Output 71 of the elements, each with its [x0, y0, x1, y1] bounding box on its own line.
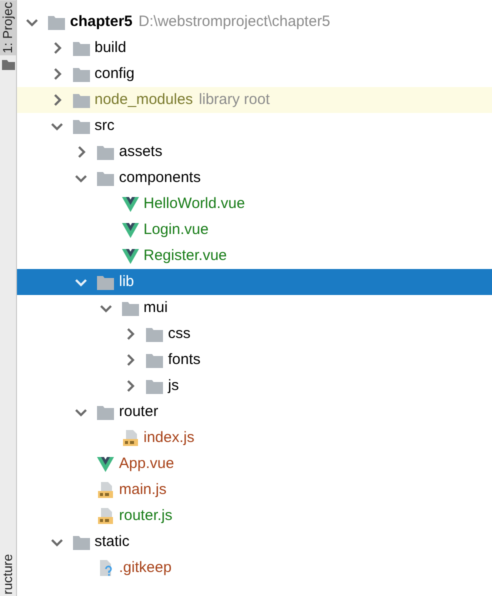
tree-item-label[interactable]: .gitkeep	[119, 558, 172, 578]
tree-item-label[interactable]: css	[168, 324, 190, 344]
tree-item-label[interactable]: config	[94, 64, 135, 84]
v-logo-icon	[122, 196, 138, 212]
folder-icon	[146, 352, 163, 368]
tree-row[interactable]: App.vue	[17, 451, 492, 477]
tree-item-label[interactable]: src	[94, 116, 114, 136]
js-file-icon	[97, 482, 114, 498]
tree-item-label[interactable]: static	[94, 532, 130, 552]
tree-item-hint: library root	[198, 90, 270, 110]
tree-row[interactable]: js	[17, 373, 492, 399]
tree-item-hint: D:\webstromproject\chapter5	[138, 12, 330, 32]
tree-row[interactable]: config	[17, 61, 492, 87]
folder-icon	[146, 378, 163, 394]
js-file-icon	[122, 430, 138, 446]
tree-row[interactable]: components	[17, 165, 492, 191]
folder-icon	[2, 59, 14, 70]
tree-row[interactable]: src	[17, 113, 492, 139]
unknown-file-icon	[97, 560, 114, 576]
tree-item-label[interactable]: lib	[119, 272, 134, 292]
tree-item-label[interactable]: fonts	[168, 350, 201, 370]
tree-row[interactable]: node_modules library root	[17, 87, 492, 113]
tree-row[interactable]: mui	[17, 295, 492, 321]
tree-row[interactable]: lib	[17, 269, 492, 295]
folder-icon	[97, 274, 114, 290]
tree-row[interactable]: .gitkeep	[17, 555, 492, 581]
folder-icon	[72, 534, 90, 550]
folder-icon	[72, 92, 90, 108]
tree-row[interactable]: static	[17, 529, 492, 555]
folder-icon	[122, 300, 138, 316]
tree-row[interactable]: Login.vue	[17, 217, 492, 243]
tree-item-label[interactable]: index.js	[144, 428, 194, 448]
tree-row[interactable]: chapter5 D:\webstromproject\chapter5	[17, 9, 492, 35]
tool-window-tab[interactable]: 1: Projec	[0, 0, 16, 56]
tree-item-label[interactable]: HelloWorld.vue	[144, 194, 245, 214]
tree-row[interactable]: css	[17, 321, 492, 347]
tree-row[interactable]: index.js	[17, 425, 492, 451]
tree-item-label[interactable]: router.js	[119, 506, 172, 526]
tree-row[interactable]: router	[17, 399, 492, 425]
tree-row[interactable]: router.js	[17, 503, 492, 529]
v-logo-icon	[97, 456, 114, 472]
folder-icon	[97, 404, 114, 420]
tree-row[interactable]: build	[17, 35, 492, 61]
tool-window-tab[interactable]: ructure	[0, 552, 16, 596]
v-logo-icon	[122, 222, 138, 238]
tree-item-label[interactable]: components	[119, 168, 201, 188]
tree-row[interactable]: assets	[17, 139, 492, 165]
folder-icon	[97, 170, 114, 186]
tree-row[interactable]: fonts	[17, 347, 492, 373]
tree-row[interactable]: main.js	[17, 477, 492, 503]
tree-item-label[interactable]: mui	[144, 298, 168, 318]
tree-item-label[interactable]: App.vue	[119, 454, 174, 474]
tree-row[interactable]: Register.vue	[17, 243, 492, 269]
tree-item-label[interactable]: Login.vue	[144, 220, 209, 240]
tree-item-label[interactable]: assets	[119, 142, 162, 162]
folder-icon	[72, 118, 90, 134]
tree-row[interactable]: HelloWorld.vue	[17, 191, 492, 217]
js-file-icon	[97, 508, 114, 524]
tree-item-label[interactable]: build	[94, 38, 126, 58]
tree-item-label[interactable]: router	[119, 402, 158, 422]
tree-item-label[interactable]: chapter5	[70, 12, 133, 32]
tree-item-label[interactable]: main.js	[119, 480, 167, 500]
tree-item-label[interactable]: node_modules	[94, 90, 193, 110]
folder-icon	[146, 326, 163, 342]
folder-icon	[48, 14, 65, 30]
tree-item-label[interactable]: Register.vue	[144, 246, 227, 266]
folder-icon	[97, 144, 114, 160]
tree-item-label[interactable]: js	[168, 376, 179, 396]
v-logo-icon	[122, 248, 138, 264]
folder-icon	[72, 66, 90, 82]
folder-icon	[72, 40, 90, 56]
